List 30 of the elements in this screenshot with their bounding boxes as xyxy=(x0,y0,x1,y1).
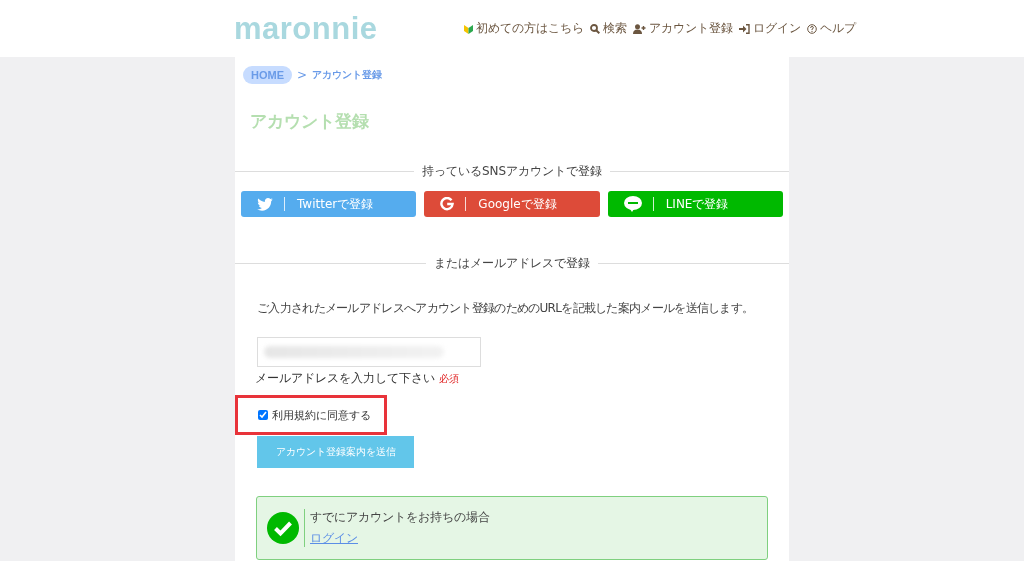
breadcrumb-separator: > xyxy=(297,68,308,82)
leaf-icon xyxy=(464,23,473,34)
email-field[interactable] xyxy=(257,337,481,367)
sign-in-icon xyxy=(739,23,750,34)
nav-link[interactable]: アカウント登録 xyxy=(633,20,733,37)
description-text: ご入力されたメールアドレスへアカウント登録のためのURLを記載した案内メールを送信します。 xyxy=(257,300,755,317)
required-note: 必須 xyxy=(439,371,459,386)
bird-icon xyxy=(257,197,273,211)
page-title: アカウント登録 xyxy=(250,110,370,133)
terms-checkbox[interactable] xyxy=(258,410,268,420)
chat-bubble-icon xyxy=(623,196,642,212)
nav-link[interactable]: ヘルプ xyxy=(807,20,856,37)
field-label: メールアドレスを入力して下さい xyxy=(255,370,435,387)
nav-link[interactable]: 検索 xyxy=(590,20,627,37)
check-icon xyxy=(267,512,299,544)
nav-link[interactable]: 初めての方はこちら xyxy=(464,20,584,37)
help-icon xyxy=(807,23,817,34)
section-heading: またはメールアドレスで登録 xyxy=(434,255,590,272)
user-plus-icon xyxy=(633,23,646,34)
terms-label[interactable]: 利用規約に同意する xyxy=(272,407,371,423)
breadcrumb-current[interactable]: アカウント登録 xyxy=(312,68,383,82)
social-signup-button[interactable]: Twitterで登録 xyxy=(241,191,417,217)
login-link[interactable]: ログイン xyxy=(310,530,358,547)
g-logo-icon xyxy=(440,197,455,211)
social-signup-button[interactable]: LINEで登録 xyxy=(607,191,783,217)
section-heading: 持っているSNSアカウントで登録 xyxy=(421,163,603,180)
notice-text: すでにアカウントをお持ちの場合 xyxy=(310,509,490,526)
social-signup-button[interactable]: Googleで登録 xyxy=(424,191,600,217)
search-icon xyxy=(590,23,600,34)
nav-link[interactable]: ログイン xyxy=(739,20,801,37)
